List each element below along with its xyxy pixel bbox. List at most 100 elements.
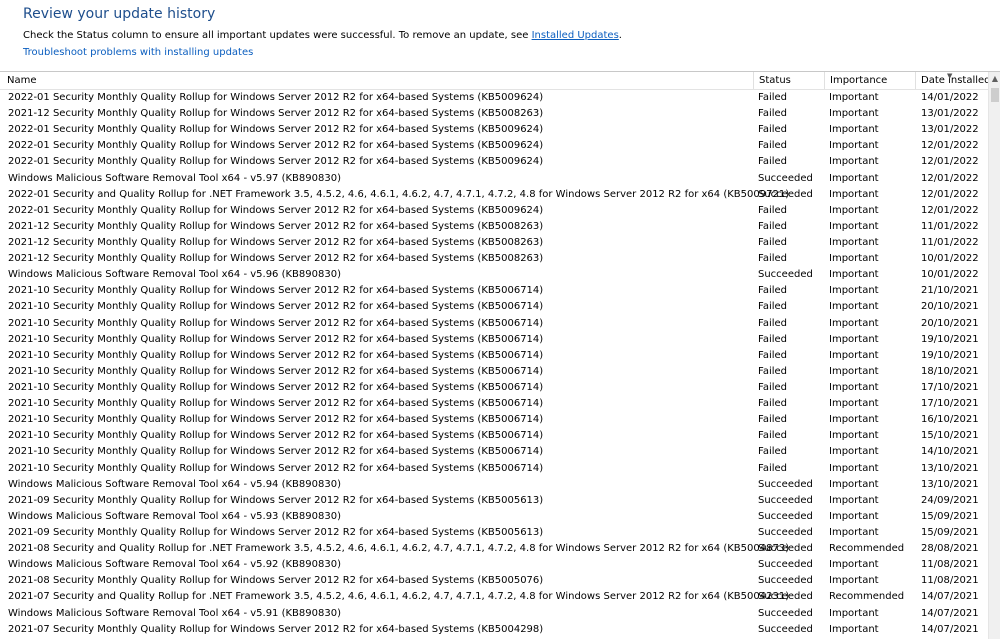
table-row[interactable]: 2021-08 Security Monthly Quality Rollup … <box>0 573 988 589</box>
table-row[interactable]: 2022-01 Security Monthly Quality Rollup … <box>0 90 988 106</box>
row-date-cell: 21/10/2021 <box>921 285 979 297</box>
row-importance-cell: Important <box>829 398 879 410</box>
row-date-cell: 11/01/2022 <box>921 236 979 248</box>
column-header-importance[interactable]: Importance <box>825 72 916 89</box>
row-date-cell: 17/10/2021 <box>921 381 979 393</box>
row-importance-cell: Important <box>829 462 879 474</box>
table-row[interactable]: Windows Malicious Software Removal Tool … <box>0 171 988 187</box>
row-date-cell: 12/01/2022 <box>921 188 979 200</box>
table-row[interactable]: 2021-10 Security Monthly Quality Rollup … <box>0 299 988 315</box>
table-row[interactable]: 2021-10 Security Monthly Quality Rollup … <box>0 461 988 477</box>
row-importance-cell: Important <box>829 365 879 377</box>
row-status-cell: Succeeded <box>758 623 813 635</box>
row-name-cell: 2022-01 Security Monthly Quality Rollup … <box>8 124 544 136</box>
row-status-cell: Failed <box>758 333 788 345</box>
table-row[interactable]: 2021-10 Security Monthly Quality Rollup … <box>0 396 988 412</box>
row-importance-cell: Important <box>829 381 879 393</box>
table-row[interactable]: 2021-10 Security Monthly Quality Rollup … <box>0 428 988 444</box>
row-date-cell: 11/08/2021 <box>921 575 979 587</box>
row-status-cell: Succeeded <box>758 478 813 490</box>
table-row[interactable]: 2021-09 Security Monthly Quality Rollup … <box>0 493 988 509</box>
row-date-cell: 10/01/2022 <box>921 269 979 281</box>
row-date-cell: 14/01/2022 <box>921 92 979 103</box>
row-date-cell: 14/07/2021 <box>921 591 979 603</box>
table-row[interactable]: 2021-12 Security Monthly Quality Rollup … <box>0 251 988 267</box>
row-status-cell: Succeeded <box>758 543 813 555</box>
table-row[interactable]: 2021-10 Security Monthly Quality Rollup … <box>0 444 988 460</box>
row-status-cell: Succeeded <box>758 575 813 587</box>
row-importance-cell: Important <box>829 446 879 458</box>
table-row[interactable]: 2021-12 Security Monthly Quality Rollup … <box>0 219 988 235</box>
row-date-cell: 20/10/2021 <box>921 301 979 313</box>
table-row[interactable]: 2021-07 Security and Quality Rollup for … <box>0 589 988 605</box>
row-importance-cell: Important <box>829 124 879 136</box>
row-importance-cell: Important <box>829 108 879 120</box>
table-row[interactable]: 2021-10 Security Monthly Quality Rollup … <box>0 412 988 428</box>
table-row[interactable]: 2022-01 Security and Quality Rollup for … <box>0 187 988 203</box>
row-status-cell: Failed <box>758 124 788 136</box>
column-header-date-installed[interactable]: Date installed ▼ <box>916 72 988 89</box>
table-row[interactable]: 2021-10 Security Monthly Quality Rollup … <box>0 283 988 299</box>
table-row[interactable]: 2021-12 Security Monthly Quality Rollup … <box>0 235 988 251</box>
row-status-cell: Succeeded <box>758 526 813 538</box>
row-status-cell: Failed <box>758 430 788 442</box>
installed-updates-link[interactable]: Installed Updates <box>532 30 619 41</box>
scrollbar-thumb[interactable] <box>991 88 999 102</box>
row-status-cell: Failed <box>758 140 788 152</box>
table-row[interactable]: 2021-08 Security and Quality Rollup for … <box>0 541 988 557</box>
table-row[interactable]: 2022-01 Security Monthly Quality Rollup … <box>0 138 988 154</box>
scroll-up-arrow-icon[interactable]: ▲ <box>989 72 1000 86</box>
table-row[interactable]: Windows Malicious Software Removal Tool … <box>0 477 988 493</box>
row-importance-cell: Important <box>829 317 879 329</box>
table-row[interactable]: 2021-10 Security Monthly Quality Rollup … <box>0 348 988 364</box>
table-row[interactable]: 2022-01 Security Monthly Quality Rollup … <box>0 203 988 219</box>
table-row[interactable]: 2022-01 Security Monthly Quality Rollup … <box>0 122 988 138</box>
row-importance-cell: Important <box>829 140 879 152</box>
row-importance-cell: Important <box>829 156 879 168</box>
table-row[interactable]: 2021-10 Security Monthly Quality Rollup … <box>0 332 988 348</box>
row-status-cell: Failed <box>758 236 788 248</box>
row-status-cell: Failed <box>758 220 788 232</box>
row-date-cell: 12/01/2022 <box>921 204 979 216</box>
row-importance-cell: Important <box>829 172 879 184</box>
table-row[interactable]: 2022-01 Security Monthly Quality Rollup … <box>0 154 988 170</box>
row-date-cell: 13/10/2021 <box>921 478 979 490</box>
table-row[interactable]: 2021-10 Security Monthly Quality Rollup … <box>0 380 988 396</box>
sort-descending-icon: ▼ <box>947 72 953 80</box>
row-date-cell: 15/09/2021 <box>921 510 979 522</box>
table-row[interactable]: 2021-10 Security Monthly Quality Rollup … <box>0 364 988 380</box>
row-status-cell: Failed <box>758 381 788 393</box>
table-row[interactable]: 2021-07 Security Monthly Quality Rollup … <box>0 622 988 638</box>
column-header-status[interactable]: Status <box>754 72 825 89</box>
row-date-cell: 13/01/2022 <box>921 108 979 120</box>
table-row[interactable]: Windows Malicious Software Removal Tool … <box>0 509 988 525</box>
row-date-cell: 15/10/2021 <box>921 430 979 442</box>
row-name-cell: 2021-10 Security Monthly Quality Rollup … <box>8 430 544 442</box>
row-date-cell: 24/09/2021 <box>921 494 979 506</box>
row-importance-cell: Important <box>829 414 879 426</box>
row-status-cell: Succeeded <box>758 269 813 281</box>
table-row[interactable]: 2021-10 Security Monthly Quality Rollup … <box>0 316 988 332</box>
column-header-row: Name Status Importance Date installed ▼ <box>0 72 988 90</box>
row-date-cell: 28/08/2021 <box>921 543 979 555</box>
row-status-cell: Failed <box>758 398 788 410</box>
row-date-cell: 16/10/2021 <box>921 414 979 426</box>
row-status-cell: Failed <box>758 446 788 458</box>
row-name-cell: Windows Malicious Software Removal Tool … <box>8 607 341 619</box>
table-row[interactable]: 2021-09 Security Monthly Quality Rollup … <box>0 525 988 541</box>
vertical-scrollbar[interactable]: ▲ <box>988 72 1000 639</box>
row-importance-cell: Recommended <box>829 543 905 555</box>
table-row[interactable]: Windows Malicious Software Removal Tool … <box>0 557 988 573</box>
row-name-cell: Windows Malicious Software Removal Tool … <box>8 478 341 490</box>
row-date-cell: 20/10/2021 <box>921 317 979 329</box>
table-row[interactable]: Windows Malicious Software Removal Tool … <box>0 606 988 622</box>
row-importance-cell: Important <box>829 559 879 571</box>
column-header-name[interactable]: Name <box>3 72 754 89</box>
troubleshoot-link[interactable]: Troubleshoot problems with installing up… <box>23 47 253 58</box>
row-status-cell: Succeeded <box>758 607 813 619</box>
table-row[interactable]: 2021-12 Security Monthly Quality Rollup … <box>0 106 988 122</box>
row-importance-cell: Important <box>829 510 879 522</box>
table-row[interactable]: Windows Malicious Software Removal Tool … <box>0 267 988 283</box>
row-importance-cell: Important <box>829 220 879 232</box>
row-importance-cell: Important <box>829 494 879 506</box>
